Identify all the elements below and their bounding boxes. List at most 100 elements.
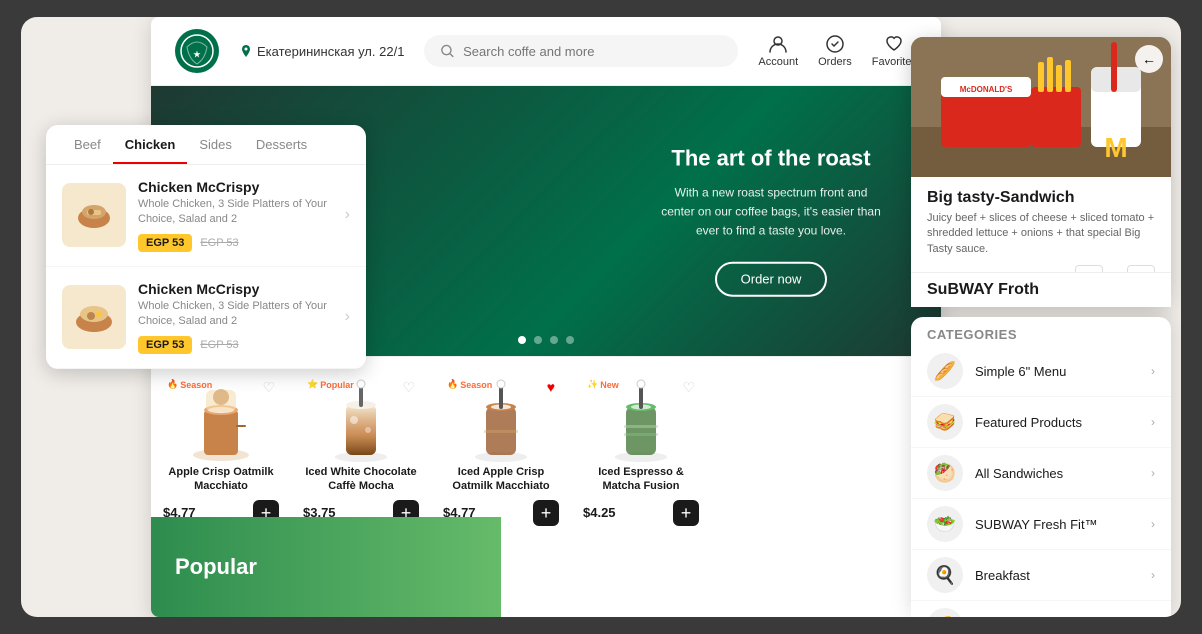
search-icon: [440, 43, 455, 59]
hero-dot-2[interactable]: [534, 336, 542, 344]
nav-account-label: Account: [758, 56, 798, 68]
drink-price-row-4: $4.25 +: [583, 500, 699, 526]
cat-chevron-breakfast: ›: [1151, 568, 1155, 582]
add-btn-3[interactable]: +: [533, 500, 559, 526]
chicken-img-1: [69, 190, 119, 240]
starbucks-logo: ★: [175, 29, 219, 73]
cat-personal-pizza[interactable]: 🍕 Personal Pizza ›: [911, 601, 1171, 617]
drinks-row: 🔥 Season ♡ Apple Crisp Oatmilk Macchiato…: [151, 356, 941, 544]
hero-dot-1[interactable]: [518, 336, 526, 344]
cat-icon-simple-6: 🥖: [927, 353, 963, 389]
hero-text: The art of the roast With a new roast sp…: [661, 146, 881, 297]
mc-title: Big tasty-Sandwich: [927, 189, 1155, 207]
sb-nav: Account Orders Favorites: [758, 34, 917, 68]
mcdonalds-panel: McDONALD'S M ← Big tasty-Sandwich Juicy …: [911, 37, 1171, 305]
nav-orders-label: Orders: [818, 56, 852, 68]
chicken-info-1: Chicken McCrispy Whole Chicken, 3 Side P…: [138, 179, 333, 252]
hero-dots: [518, 336, 574, 344]
badge-icon-3: 🔥: [447, 379, 458, 390]
cat-chevron-fresh-fit: ›: [1151, 517, 1155, 531]
heart-btn-4[interactable]: ♡: [682, 379, 695, 396]
cat-chevron-sandwiches: ›: [1151, 466, 1155, 480]
chicken-thumb-1: [62, 183, 126, 247]
chevron-right-2: ›: [345, 308, 350, 326]
chicken-info-2: Chicken McCrispy Whole Chicken, 3 Side P…: [138, 281, 333, 354]
cat-icon-pizza: 🍕: [927, 608, 963, 617]
location-text: Екатерининская ул. 22/1: [257, 44, 404, 59]
chicken-price-badge-1: EGP 53: [138, 234, 192, 252]
tab-desserts[interactable]: Desserts: [244, 125, 319, 164]
cat-name-featured: Featured Products: [975, 415, 1139, 430]
chicken-item-2[interactable]: Chicken McCrispy Whole Chicken, 3 Side P…: [46, 267, 366, 369]
chicken-desc-1: Whole Chicken, 3 Side Platters of Your C…: [138, 197, 333, 228]
cat-featured-products[interactable]: 🥪 Featured Products ›: [911, 397, 1171, 448]
badge-label-1: Season: [180, 380, 212, 390]
chicken-price-row-1: EGP 53 EGP 53: [138, 234, 333, 252]
tab-chicken[interactable]: Chicken: [113, 125, 188, 164]
drink-name-1: Apple Crisp Oatmilk Macchiato: [163, 465, 279, 494]
cat-name-breakfast: Breakfast: [975, 568, 1139, 583]
cat-simple-6-menu[interactable]: 🥖 Simple 6" Menu ›: [911, 346, 1171, 397]
hero-dot-4[interactable]: [566, 336, 574, 344]
cat-icon-fresh-fit: 🥗: [927, 506, 963, 542]
tab-beef[interactable]: Beef: [62, 125, 113, 164]
badge-label-2: Popular: [320, 380, 354, 390]
drink-card-2: ⭐ Popular ♡: [291, 367, 431, 534]
badge-label-3: Season: [460, 380, 492, 390]
drink-card-4: ✨ New ♡ Iced Espresso & Matcha Fusion $4: [571, 367, 711, 534]
chicken-item-1[interactable]: Chicken McCrispy Whole Chicken, 3 Side P…: [46, 165, 366, 267]
drink-card-1: 🔥 Season ♡ Apple Crisp Oatmilk Macchiato…: [151, 367, 291, 534]
svg-text:★: ★: [193, 50, 201, 59]
cat-icon-featured: 🥪: [927, 404, 963, 440]
chicken-price-old-2: EGP 53: [200, 339, 238, 351]
badge-icon-4: ✨: [587, 379, 598, 390]
heart-btn-1[interactable]: ♡: [262, 379, 275, 396]
badge-label-4: New: [600, 380, 619, 390]
cat-chevron-simple-6: ›: [1151, 364, 1155, 378]
tab-sides[interactable]: Sides: [187, 125, 244, 164]
popular-banner: Popular: [151, 517, 501, 617]
drink-card-3: 🔥 Season ♥ Iced Apple Crisp Oatmilk Macc…: [431, 367, 571, 534]
cat-all-sandwiches[interactable]: 🥙 All Sandwiches ›: [911, 448, 1171, 499]
heart-btn-2[interactable]: ♡: [402, 379, 415, 396]
hero-title: The art of the roast: [661, 146, 881, 172]
cat-icon-sandwiches: 🥙: [927, 455, 963, 491]
chicken-price-badge-2: EGP 53: [138, 336, 192, 354]
svg-text:M: M: [1104, 132, 1127, 163]
chicken-menu-panel: Beef Chicken Sides Desserts Chicken McCr…: [46, 125, 366, 369]
cat-subway-fresh-fit[interactable]: 🥗 SUBWAY Fresh Fit™ ›: [911, 499, 1171, 550]
cat-name-sandwiches: All Sandwiches: [975, 466, 1139, 481]
nav-orders[interactable]: Orders: [818, 34, 852, 68]
drink-badge-2: ⭐ Popular: [307, 379, 354, 390]
cat-name-fresh-fit: SUBWAY Fresh Fit™: [975, 517, 1139, 532]
search-bar[interactable]: [424, 35, 738, 67]
nav-account[interactable]: Account: [758, 34, 798, 68]
cat-breakfast[interactable]: 🍳 Breakfast ›: [911, 550, 1171, 601]
svg-text:McDONALD'S: McDONALD'S: [960, 85, 1013, 94]
drink-name-3: Iced Apple Crisp Oatmilk Macchiato: [443, 465, 559, 494]
location-icon: [239, 44, 253, 58]
drink-name-2: Iced White Chocolate Caffè Mocha: [303, 465, 419, 494]
heart-icon: [884, 34, 904, 54]
add-btn-4[interactable]: +: [673, 500, 699, 526]
chicken-tabs: Beef Chicken Sides Desserts: [46, 125, 366, 165]
drink-badge-4: ✨ New: [587, 379, 619, 390]
location-label[interactable]: Екатерининская ул. 22/1: [239, 44, 404, 59]
mc-back-button[interactable]: ←: [1135, 45, 1163, 73]
hero-dot-3[interactable]: [550, 336, 558, 344]
chicken-thumb-2: [62, 285, 126, 349]
subway-categories-title: Categories: [911, 317, 1171, 346]
chicken-price-old-1: EGP 53: [200, 237, 238, 249]
mc-hero-svg: McDONALD'S M: [911, 37, 1171, 177]
hero-desc: With a new roast spectrum front and cent…: [661, 184, 881, 242]
chicken-price-row-2: EGP 53 EGP 53: [138, 336, 333, 354]
search-input[interactable]: [463, 44, 722, 59]
order-now-button[interactable]: Order now: [715, 261, 828, 296]
mc-desc: Juicy beef + slices of cheese + sliced t…: [927, 211, 1155, 257]
heart-btn-3[interactable]: ♥: [547, 379, 555, 395]
cat-icon-breakfast: 🍳: [927, 557, 963, 593]
subway-panel: Categories 🥖 Simple 6" Menu › 🥪 Featured…: [911, 317, 1171, 617]
chicken-name-1: Chicken McCrispy: [138, 179, 333, 195]
cat-name-simple-6: Simple 6" Menu: [975, 364, 1139, 379]
main-container: ★ Екатерининская ул. 22/1: [21, 17, 1181, 617]
